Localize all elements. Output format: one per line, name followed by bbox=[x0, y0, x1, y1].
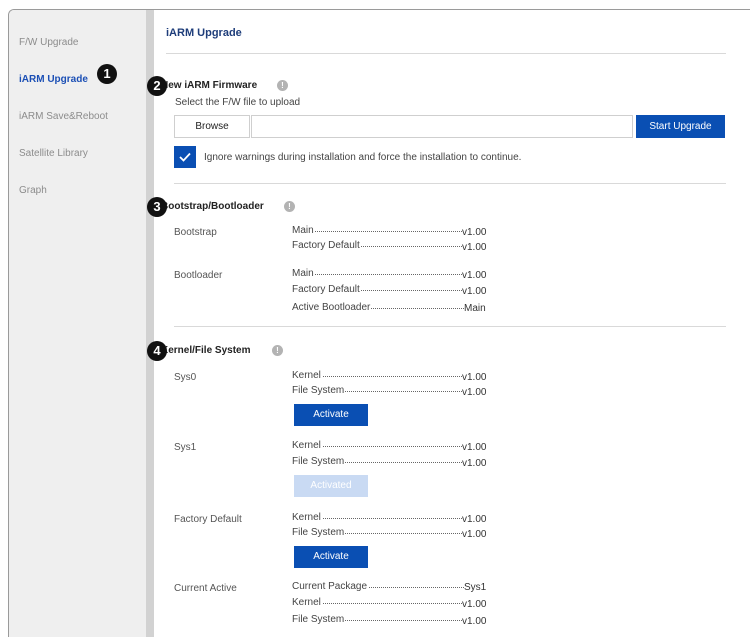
bootloader-main-row: Main v1.00 bbox=[292, 268, 492, 281]
browse-button[interactable]: Browse bbox=[174, 115, 250, 138]
row-key: Kernel bbox=[292, 370, 322, 381]
row-key: File System bbox=[292, 614, 346, 625]
row-value: v1.00 bbox=[462, 372, 487, 383]
section-divider bbox=[174, 326, 726, 327]
bootloader-active-row: Active Bootloader Main bbox=[292, 302, 492, 315]
row-key: Kernel bbox=[292, 597, 322, 608]
info-icon[interactable]: ! bbox=[277, 80, 288, 91]
row-value: v1.00 bbox=[462, 227, 487, 238]
row-key: Active Bootloader bbox=[292, 302, 372, 313]
row-value: v1.00 bbox=[462, 286, 487, 297]
bootstrap-label: Bootstrap bbox=[174, 227, 217, 238]
row-value: v1.00 bbox=[462, 387, 487, 398]
sys1-label: Sys1 bbox=[174, 442, 197, 453]
callout-marker-2: 2 bbox=[147, 76, 167, 96]
row-value: v1.00 bbox=[462, 599, 487, 610]
row-key: Kernel bbox=[292, 512, 322, 523]
row-value: v1.00 bbox=[462, 514, 487, 525]
current-package-row: Current Package Sys1 bbox=[292, 581, 492, 594]
factory-fs-row: File System v1.00 bbox=[292, 527, 492, 540]
start-upgrade-button[interactable]: Start Upgrade bbox=[636, 115, 725, 138]
row-key: File System bbox=[292, 456, 346, 467]
bootstrap-factory-row: Factory Default v1.00 bbox=[292, 240, 492, 253]
factory-activate-button[interactable]: Activate bbox=[294, 546, 368, 568]
sys1-activated-button: Activated bbox=[294, 475, 368, 497]
row-value: v1.00 bbox=[462, 242, 487, 253]
row-key: Main bbox=[292, 268, 315, 279]
row-value: v1.00 bbox=[462, 458, 487, 469]
main-content: iARM Upgrade New iARM Firmware ! Select … bbox=[0, 0, 750, 637]
sys0-label: Sys0 bbox=[174, 372, 197, 383]
factory-kernel-row: Kernel v1.00 bbox=[292, 512, 492, 525]
row-key: Current Package bbox=[292, 581, 369, 592]
callout-marker-3: 3 bbox=[147, 197, 167, 217]
bootloader-label: Bootloader bbox=[174, 270, 223, 281]
row-value: v1.00 bbox=[462, 529, 487, 540]
firmware-file-field[interactable] bbox=[251, 115, 633, 138]
callout-marker-4: 4 bbox=[147, 341, 167, 361]
sys0-kernel-row: Kernel v1.00 bbox=[292, 370, 492, 383]
title-divider bbox=[166, 53, 726, 54]
row-key: File System bbox=[292, 527, 346, 538]
current-active-label: Current Active bbox=[174, 583, 237, 594]
force-install-checkbox[interactable] bbox=[174, 146, 196, 168]
callout-marker-1: 1 bbox=[97, 64, 117, 84]
current-fs-row: File System v1.00 bbox=[292, 614, 492, 627]
firmware-instruction: Select the F/W file to upload bbox=[175, 97, 301, 108]
factory-default-label: Factory Default bbox=[174, 514, 242, 525]
row-value: Main bbox=[464, 303, 486, 314]
row-value: v1.00 bbox=[462, 270, 487, 281]
kernel-section-title: Kernel/File System bbox=[161, 345, 251, 356]
sys1-fs-row: File System v1.00 bbox=[292, 456, 492, 469]
page-title: iARM Upgrade bbox=[166, 27, 242, 39]
info-icon[interactable]: ! bbox=[284, 201, 295, 212]
firmware-section-title: New iARM Firmware bbox=[161, 80, 258, 91]
row-value: v1.00 bbox=[462, 442, 487, 453]
row-value: v1.00 bbox=[462, 616, 487, 627]
row-key: Main bbox=[292, 225, 315, 236]
sys1-kernel-row: Kernel v1.00 bbox=[292, 440, 492, 453]
row-key: Factory Default bbox=[292, 240, 361, 251]
bootloader-factory-row: Factory Default v1.00 bbox=[292, 284, 492, 297]
row-value: Sys1 bbox=[464, 582, 487, 593]
bootstrap-section-title: Bootstrap/Bootloader bbox=[161, 201, 264, 212]
bootstrap-main-row: Main v1.00 bbox=[292, 225, 492, 238]
checkmark-icon bbox=[179, 152, 191, 162]
sys0-activate-button[interactable]: Activate bbox=[294, 404, 368, 426]
row-key: Kernel bbox=[292, 440, 322, 451]
sys0-fs-row: File System v1.00 bbox=[292, 385, 492, 398]
current-kernel-row: Kernel v1.00 bbox=[292, 597, 492, 610]
row-key: Factory Default bbox=[292, 284, 361, 295]
force-install-label: Ignore warnings during installation and … bbox=[204, 152, 522, 163]
section-divider bbox=[174, 183, 726, 184]
row-key: File System bbox=[292, 385, 346, 396]
info-icon[interactable]: ! bbox=[272, 345, 283, 356]
